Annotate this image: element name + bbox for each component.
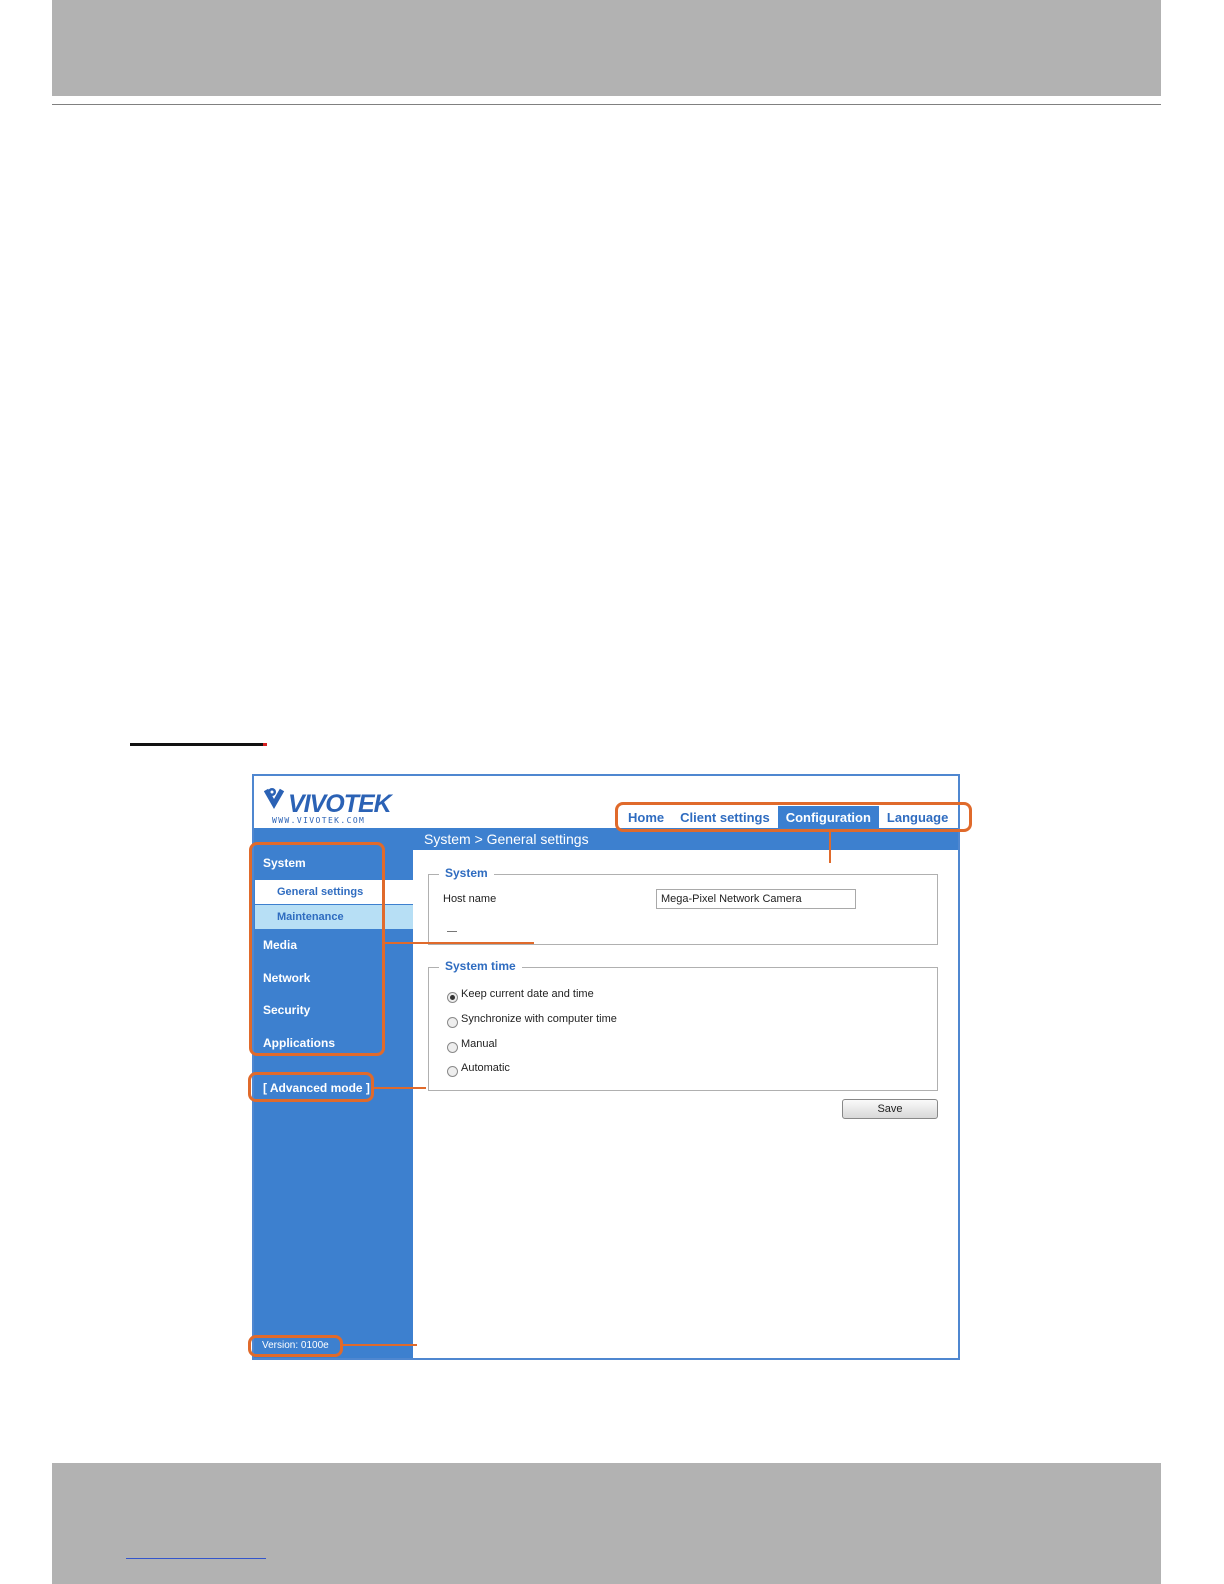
section-rule-accent <box>263 743 267 746</box>
radio-automatic[interactable] <box>447 1066 458 1077</box>
host-name-input[interactable]: Mega-Pixel Network Camera <box>656 889 856 909</box>
logo-url: WWW.VIVOTEK.COM <box>272 816 366 825</box>
option-keep-current-label: Keep current date and time <box>461 988 594 1000</box>
system-legend: System <box>439 866 494 880</box>
option-sync-computer-label: Synchronize with computer time <box>461 1013 617 1025</box>
camera-logo-icon <box>264 788 285 810</box>
radio-sync-computer[interactable] <box>447 1017 458 1028</box>
system-fieldset: System Host name Mega-Pixel Network Came… <box>428 866 938 945</box>
host-name-label: Host name <box>443 893 497 905</box>
callout-line-advanced <box>374 1087 426 1089</box>
header-divider <box>52 104 1161 105</box>
footer-link-underline <box>126 1558 266 1559</box>
callout-line-version <box>343 1344 417 1346</box>
callout-line-nav <box>829 832 831 863</box>
callout-line-menu <box>385 942 534 944</box>
page-header-band <box>52 0 1161 96</box>
system-time-legend: System time <box>439 959 522 973</box>
section-rule <box>130 743 263 746</box>
system-time-fieldset: System time Keep current date and time S… <box>428 959 938 1091</box>
callout-top-nav <box>615 802 972 832</box>
option-manual-label: Manual <box>461 1038 498 1050</box>
callout-version <box>248 1335 343 1357</box>
callout-sidebar-menu <box>249 842 385 1056</box>
radio-keep-current[interactable] <box>447 992 458 1003</box>
breadcrumb: System > General settings <box>424 831 589 847</box>
divider-dash <box>447 931 457 932</box>
radio-manual[interactable] <box>447 1042 458 1053</box>
save-button[interactable]: Save <box>842 1099 938 1119</box>
vivotek-logo: VIVOTEK WWW.VIVOTEK.COM <box>264 784 394 825</box>
logo-wordmark: VIVOTEK <box>288 790 392 818</box>
page-footer-band <box>52 1463 1161 1584</box>
option-automatic-label: Automatic <box>461 1062 510 1074</box>
callout-advanced-mode <box>248 1072 374 1102</box>
